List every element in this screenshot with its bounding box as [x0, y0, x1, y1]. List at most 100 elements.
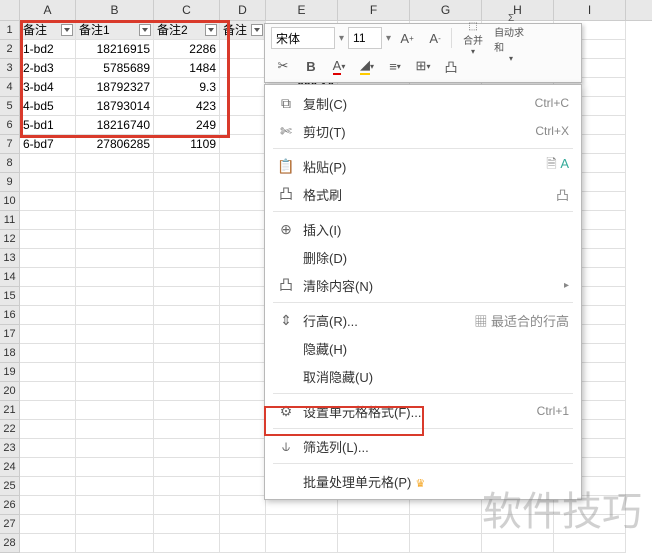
menu-row-height[interactable]: ⇕ 行高(R)... ▦ 最适合的行高	[265, 306, 581, 334]
cell[interactable]	[482, 515, 554, 534]
cell[interactable]	[154, 344, 220, 363]
cell[interactable]: 5-bd1	[20, 116, 76, 135]
cell[interactable]: 18792327	[76, 78, 154, 97]
cell[interactable]	[20, 534, 76, 553]
autosum-button[interactable]: Σ 自动求和▾	[494, 27, 528, 49]
row-header[interactable]: 11	[0, 211, 20, 230]
cell[interactable]	[220, 268, 266, 287]
cell[interactable]	[554, 515, 626, 534]
row-header[interactable]: 12	[0, 230, 20, 249]
row-header[interactable]: 1	[0, 21, 20, 40]
cell[interactable]: 1484	[154, 59, 220, 78]
cell[interactable]	[220, 249, 266, 268]
bold-button[interactable]: B	[299, 55, 323, 77]
cell[interactable]	[220, 287, 266, 306]
cell[interactable]: 备注	[220, 21, 266, 40]
cell[interactable]: 1109	[154, 135, 220, 154]
cell[interactable]	[20, 287, 76, 306]
cell[interactable]	[154, 534, 220, 553]
col-header-E[interactable]: E	[266, 0, 338, 20]
font-size-select[interactable]: 11	[348, 27, 382, 49]
cell[interactable]	[220, 173, 266, 192]
cell[interactable]: 18216915	[76, 40, 154, 59]
menu-format-cells[interactable]: ⚙ 设置单元格格式(F)... Ctrl+1	[265, 397, 581, 425]
row-header[interactable]: 17	[0, 325, 20, 344]
cell[interactable]	[154, 363, 220, 382]
cell[interactable]	[76, 401, 154, 420]
cell[interactable]: 2-bd3	[20, 59, 76, 78]
cell[interactable]	[76, 439, 154, 458]
row-header[interactable]: 13	[0, 249, 20, 268]
cell[interactable]	[20, 515, 76, 534]
row-header[interactable]: 15	[0, 287, 20, 306]
row-header[interactable]: 27	[0, 515, 20, 534]
filter-dropdown-icon[interactable]	[205, 24, 217, 36]
cell[interactable]	[20, 173, 76, 192]
cell[interactable]	[154, 477, 220, 496]
cell[interactable]	[76, 458, 154, 477]
cell[interactable]: 1-bd2	[20, 40, 76, 59]
cell[interactable]	[20, 249, 76, 268]
cell[interactable]	[20, 268, 76, 287]
col-header-F[interactable]: F	[338, 0, 410, 20]
col-header-D[interactable]: D	[220, 0, 266, 20]
cell[interactable]: 备注	[20, 21, 76, 40]
align-button[interactable]: ≡▾	[383, 55, 407, 77]
cell[interactable]	[220, 515, 266, 534]
row-header[interactable]: 14	[0, 268, 20, 287]
row-header[interactable]: 23	[0, 439, 20, 458]
cell[interactable]	[220, 40, 266, 59]
col-header-A[interactable]: A	[20, 0, 76, 20]
cell[interactable]	[76, 211, 154, 230]
select-all-cell[interactable]	[0, 0, 20, 20]
menu-format-painter[interactable]: 凸 格式刷 凸	[265, 180, 581, 208]
cell[interactable]: 423	[154, 97, 220, 116]
filter-dropdown-icon[interactable]	[139, 24, 151, 36]
cell[interactable]: 3-bd4	[20, 78, 76, 97]
filter-dropdown-icon[interactable]	[251, 24, 263, 36]
cell[interactable]	[20, 363, 76, 382]
cell[interactable]	[154, 154, 220, 173]
cell[interactable]	[76, 154, 154, 173]
cell[interactable]	[76, 420, 154, 439]
row-header[interactable]: 16	[0, 306, 20, 325]
row-header[interactable]: 22	[0, 420, 20, 439]
cell[interactable]	[20, 458, 76, 477]
menu-paste[interactable]: 📋 粘贴(P) 🗎 A	[265, 152, 581, 180]
font-color-button[interactable]: A▾	[327, 55, 351, 77]
cell[interactable]	[554, 534, 626, 553]
cell[interactable]	[154, 306, 220, 325]
cell[interactable]	[154, 268, 220, 287]
menu-delete[interactable]: 删除(D)	[265, 243, 581, 271]
cell[interactable]	[20, 192, 76, 211]
cell[interactable]	[76, 268, 154, 287]
cell[interactable]	[154, 287, 220, 306]
cell[interactable]	[20, 401, 76, 420]
cell[interactable]	[20, 306, 76, 325]
menu-cut[interactable]: ✄ 剪切(T) Ctrl+X	[265, 117, 581, 145]
cell[interactable]: 249	[154, 116, 220, 135]
row-header[interactable]: 19	[0, 363, 20, 382]
cell[interactable]	[482, 534, 554, 553]
cell[interactable]	[76, 382, 154, 401]
cell[interactable]	[76, 534, 154, 553]
cell[interactable]	[20, 230, 76, 249]
cell[interactable]	[220, 382, 266, 401]
col-header-B[interactable]: B	[76, 0, 154, 20]
row-header[interactable]: 5	[0, 97, 20, 116]
cell[interactable]: 9.3	[154, 78, 220, 97]
cell[interactable]	[338, 515, 410, 534]
cell[interactable]: 备注1	[76, 21, 154, 40]
menu-clear[interactable]: 凸 清除内容(N) ▸	[265, 271, 581, 299]
cell[interactable]	[20, 344, 76, 363]
cell[interactable]	[410, 515, 482, 534]
row-header[interactable]: 8	[0, 154, 20, 173]
cell[interactable]	[20, 382, 76, 401]
cell[interactable]	[220, 344, 266, 363]
menu-batch-cells[interactable]: 批量处理单元格(P)♛	[265, 467, 581, 495]
cell[interactable]	[154, 230, 220, 249]
cell[interactable]	[20, 496, 76, 515]
row-header[interactable]: 24	[0, 458, 20, 477]
row-header[interactable]: 4	[0, 78, 20, 97]
cell[interactable]	[220, 154, 266, 173]
